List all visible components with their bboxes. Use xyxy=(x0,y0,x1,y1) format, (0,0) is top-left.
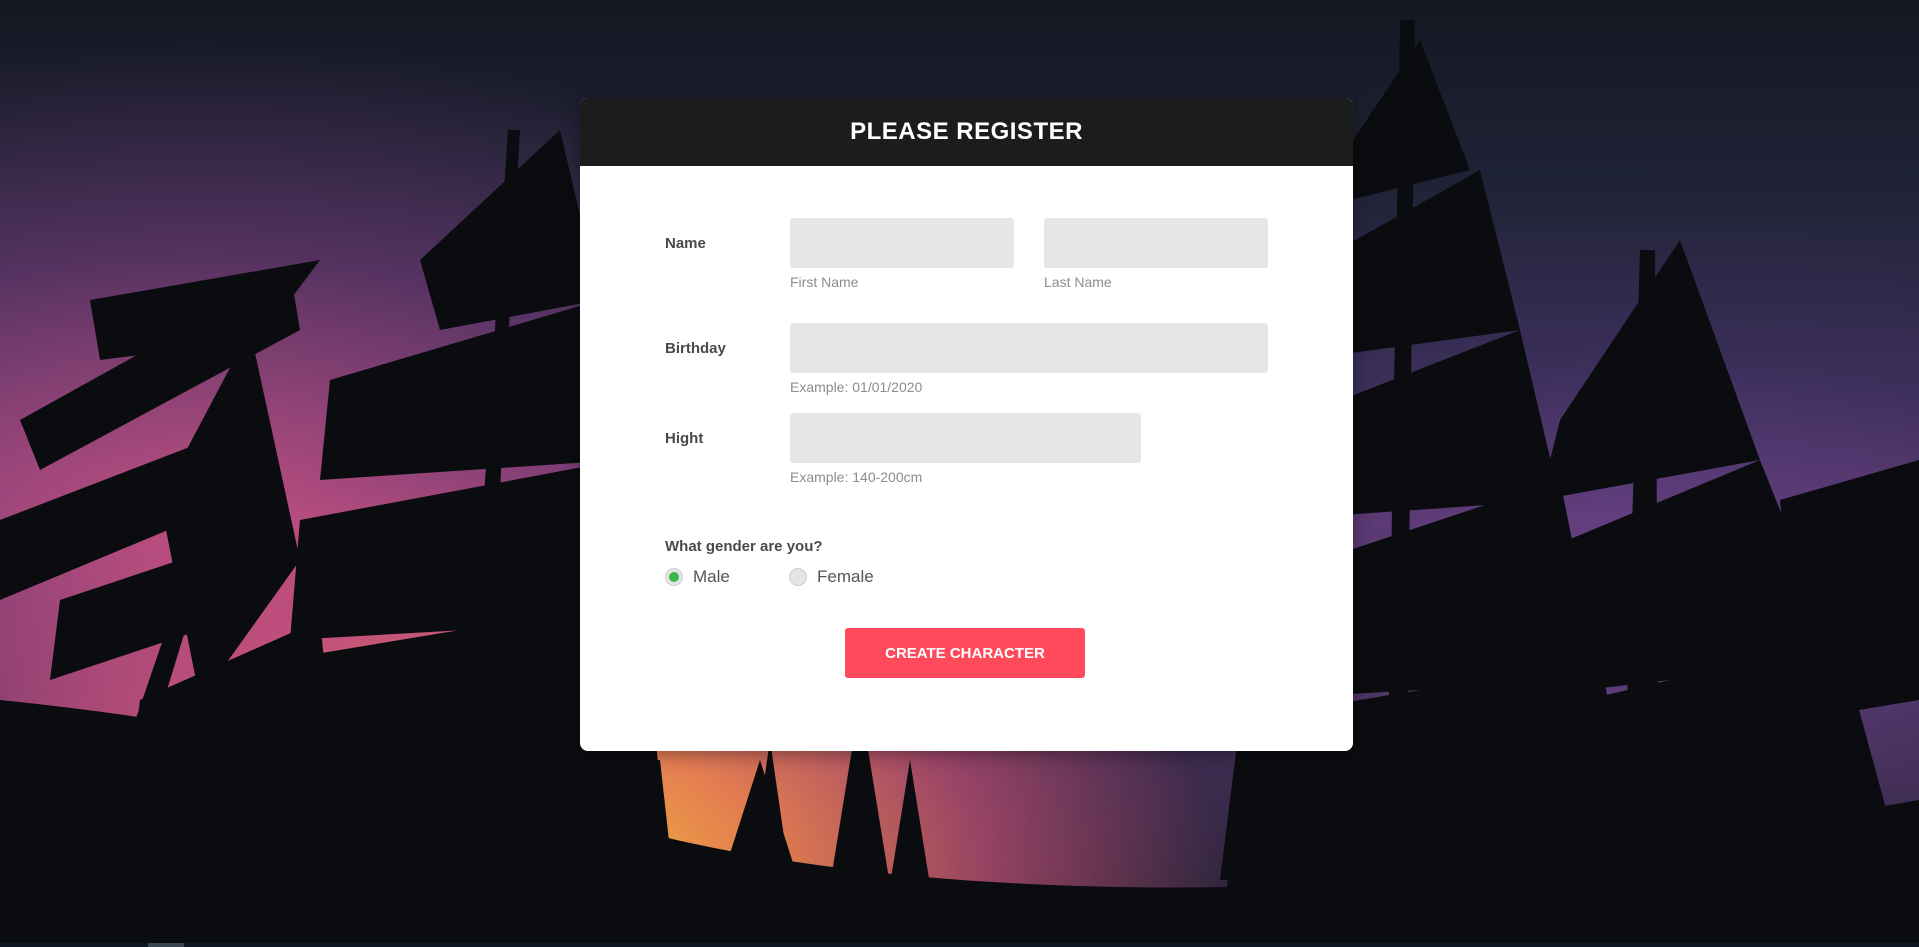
first-name-hint: First Name xyxy=(790,274,859,290)
form-title: PLEASE REGISTER xyxy=(850,118,1083,145)
card-header: PLEASE REGISTER xyxy=(580,98,1353,166)
register-card: PLEASE REGISTER Name First Name Last Nam… xyxy=(580,98,1353,751)
height-hint: Example: 140-200cm xyxy=(790,469,923,485)
first-name-input[interactable] xyxy=(790,218,1014,268)
height-input[interactable] xyxy=(790,413,1141,463)
gender-option-male[interactable]: Male xyxy=(665,567,730,587)
gender-option-female[interactable]: Female xyxy=(789,567,874,587)
radio-unselected-icon[interactable] xyxy=(789,568,807,586)
birthday-label: Birthday xyxy=(665,340,726,357)
gender-question: What gender are you? xyxy=(665,538,823,555)
scrollbar-thumb[interactable] xyxy=(148,943,184,947)
create-character-button[interactable]: CREATE CHARACTER xyxy=(845,628,1085,678)
gender-female-label: Female xyxy=(817,567,874,586)
last-name-input[interactable] xyxy=(1044,218,1268,268)
last-name-hint: Last Name xyxy=(1044,274,1112,290)
name-label: Name xyxy=(665,235,706,252)
birthday-input[interactable] xyxy=(790,323,1268,373)
bottom-scrollbar[interactable] xyxy=(0,943,1919,947)
gender-male-label: Male xyxy=(693,567,730,586)
birthday-hint: Example: 01/01/2020 xyxy=(790,379,923,395)
height-label: Hight xyxy=(665,430,704,447)
radio-selected-icon[interactable] xyxy=(665,568,683,586)
